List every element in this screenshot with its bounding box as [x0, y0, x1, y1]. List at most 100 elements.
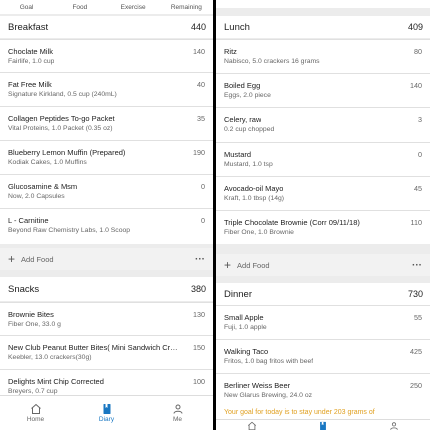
plus-icon[interactable]: +	[224, 259, 231, 271]
nav-diary[interactable]: Diary	[71, 396, 142, 430]
food-name: New Club Peanut Butter Bites( Mini Sandw…	[8, 343, 178, 352]
food-name: L - Carnitine	[8, 216, 49, 225]
food-name: Choclate Milk	[8, 47, 54, 56]
food-name: Mustard	[224, 150, 252, 159]
diary-icon	[103, 404, 110, 414]
food-entry[interactable]: Avocado-oil Mayo Kraft, 1.0 tbsp (14g) 4…	[216, 176, 430, 210]
more-options-icon[interactable]: ···	[412, 260, 422, 271]
food-calories: 55	[414, 313, 422, 322]
food-name: Triple Chocolate Brownie (Corr 09/11/18)	[224, 218, 360, 227]
food-name: Walking Taco	[224, 347, 269, 356]
food-calories: 80	[414, 47, 422, 56]
bottom-nav-partial	[216, 419, 430, 430]
food-calories: 45	[414, 184, 422, 193]
food-calories: 0	[201, 216, 205, 225]
food-desc: Beyond Raw Chemistry Labs, 1.0 Scoop	[8, 227, 131, 234]
plus-icon[interactable]: +	[8, 253, 15, 265]
nav-home[interactable]	[216, 420, 287, 430]
food-calories: 140	[193, 47, 205, 56]
food-name: Boiled Egg	[224, 81, 261, 90]
add-food-button[interactable]: Add Food	[237, 261, 270, 270]
summary-header: Goal Food Exercise Remaining	[0, 0, 213, 14]
food-name: Delights Mint Chip Corrected	[8, 377, 104, 386]
lunch-title: Lunch	[224, 21, 250, 33]
nav-me[interactable]	[359, 420, 430, 430]
lunch-header[interactable]: Lunch 409	[216, 16, 430, 38]
nav-home-label: Home	[26, 416, 45, 423]
food-calories: 110	[410, 218, 422, 227]
nav-diary-label: Diary	[98, 416, 115, 423]
food-desc: Fairlife, 1.0 cup	[8, 58, 55, 65]
diary-screen-right: Lunch 409 Ritz Nabisco, 5.0 crackers 16 …	[216, 0, 430, 430]
remaining-label: Remaining	[170, 3, 202, 11]
food-calories: 140	[410, 81, 422, 90]
snacks-calories: 380	[190, 284, 206, 294]
food-entry[interactable]: Small Apple Fuji, 1.0 apple 55	[216, 305, 430, 339]
dinner-title: Dinner	[224, 288, 252, 300]
nav-home[interactable]: Home	[0, 396, 71, 430]
food-calories: 425	[410, 347, 422, 356]
food-name: Fat Free Milk	[8, 80, 52, 89]
food-entry[interactable]: Celery, raw 0.2 cup chopped 3	[216, 107, 430, 142]
snacks-header[interactable]: Snacks 380	[0, 277, 213, 301]
breakfast-title: Breakfast	[8, 21, 49, 33]
food-calories: 150	[193, 343, 205, 352]
lunch-calories: 409	[407, 22, 423, 32]
home-icon	[247, 421, 256, 430]
food-entry[interactable]: New Club Peanut Butter Bites( Mini Sandw…	[0, 335, 213, 369]
food-name: Ritz	[224, 47, 237, 56]
person-icon	[390, 422, 399, 430]
food-entry[interactable]: Fat Free Milk Signature Kirkland, 0.5 cu…	[0, 72, 213, 106]
nav-diary[interactable]	[287, 420, 358, 430]
food-label: Food	[72, 3, 88, 11]
food-calories: 0	[418, 150, 422, 159]
food-entry[interactable]: Mustard Mustard, 1.0 tsp 0	[216, 142, 430, 176]
food-entry[interactable]: L - Carnitine Beyond Raw Chemistry Labs,…	[0, 208, 213, 244]
food-desc: Eggs, 2.0 piece	[224, 92, 271, 99]
food-calories: 250	[410, 381, 422, 390]
goal-label: Goal	[19, 3, 34, 11]
food-entry[interactable]: Blueberry Lemon Muffin (Prepared) Kodiak…	[0, 140, 213, 174]
snacks-title: Snacks	[8, 283, 40, 295]
food-desc: New Glarus Brewing, 24.0 oz	[224, 392, 313, 399]
food-entry[interactable]: Glucosamine & Msm Now, 2.0 Capsules 0	[0, 174, 213, 208]
food-desc: Kodiak Cakes, 1.0 Muffins	[8, 159, 87, 166]
exercise-label: Exercise	[120, 3, 146, 11]
food-entry[interactable]: Collagen Peptides To-go Packet Vital Pro…	[0, 106, 213, 140]
food-entry[interactable]: Choclate Milk Fairlife, 1.0 cup 140	[0, 39, 213, 72]
food-entry[interactable]: Triple Chocolate Brownie (Corr 09/11/18)…	[216, 210, 430, 244]
food-desc: 0.2 cup chopped	[224, 126, 275, 133]
food-name: Small Apple	[224, 313, 264, 322]
lunch-add-food-bar: + Add Food ···	[216, 254, 430, 276]
home-icon	[30, 403, 41, 414]
food-entry[interactable]: Walking Taco Fritos, 1.0 bag fritos with…	[216, 339, 430, 373]
summary-header-edge	[216, 0, 430, 8]
food-entry[interactable]: Ritz Nabisco, 5.0 crackers 16 grams 80	[216, 39, 430, 73]
food-desc: Kraft, 1.0 tbsp (14g)	[224, 195, 285, 202]
nav-me[interactable]: Me	[142, 396, 213, 430]
diary-icon	[320, 421, 326, 430]
food-name: Celery, raw	[224, 115, 262, 124]
breakfast-add-food-bar: + Add Food ···	[0, 248, 213, 270]
food-name: Collagen Peptides To-go Packet	[8, 114, 115, 123]
macro-goal-note: Your goal for today is to stay under 203…	[224, 409, 375, 416]
food-name: Avocado-oil Mayo	[224, 184, 284, 193]
food-entry[interactable]: Boiled Egg Eggs, 2.0 piece 140	[216, 73, 430, 107]
more-options-icon[interactable]: ···	[195, 254, 205, 265]
food-calories: 100	[193, 377, 205, 386]
food-entry[interactable]: Delights Mint Chip Corrected Breyers, 0.…	[0, 369, 213, 395]
food-desc: Vital Proteins, 1.0 Packet (0.35 oz)	[8, 125, 113, 132]
food-entry[interactable]: Berliner Weiss Beer New Glarus Brewing, …	[216, 373, 430, 419]
food-calories: 0	[201, 182, 205, 191]
food-name: Berliner Weiss Beer	[224, 381, 291, 390]
food-desc: Signature Kirkland, 0.5 cup (240mL)	[8, 91, 117, 98]
food-desc: Now, 2.0 Capsules	[8, 193, 65, 200]
dinner-header[interactable]: Dinner 730	[216, 283, 430, 305]
food-desc: Nabisco, 5.0 crackers 16 grams	[224, 58, 320, 65]
person-icon	[173, 404, 182, 414]
diary-screen-left: Goal Food Exercise Remaining Breakfast 4…	[0, 0, 213, 430]
food-entry[interactable]: Brownie Bites Fiber One, 33.0 g 130	[0, 302, 213, 335]
breakfast-header[interactable]: Breakfast 440	[0, 16, 213, 38]
dinner-calories: 730	[407, 289, 423, 299]
add-food-button[interactable]: Add Food	[21, 255, 54, 264]
